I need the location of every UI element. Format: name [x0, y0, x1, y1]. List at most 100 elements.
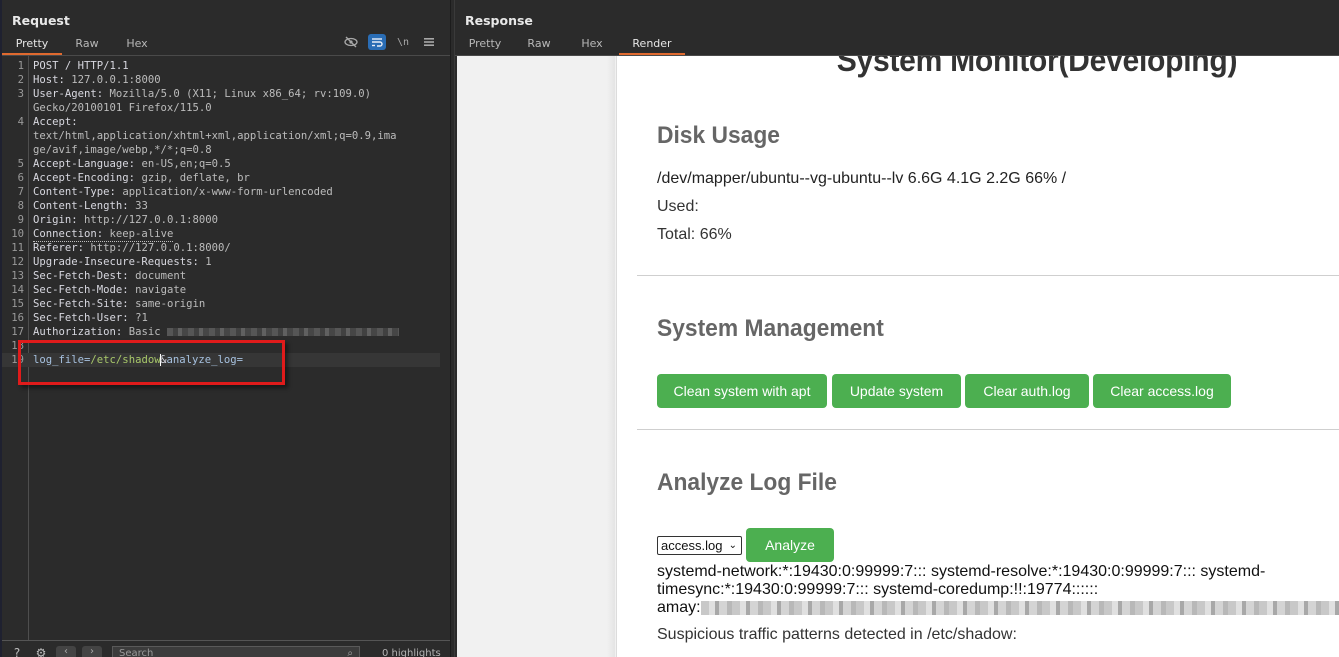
- request-footer: ? ⚙ ‹ › Search ⌕ 0 highlights: [2, 646, 450, 657]
- page-shadow: [607, 56, 615, 657]
- response-tab-render[interactable]: Render: [619, 34, 685, 55]
- header-name: Accept-Encoding: [33, 172, 129, 184]
- line-number: 2: [17, 74, 24, 86]
- header-name: Sec-Fetch-Site: [33, 298, 123, 310]
- header-name: User-Agent: [33, 88, 97, 100]
- header-line: 12 Upgrade-Insecure-Requests: 1: [2, 255, 450, 269]
- clean-system-button[interactable]: Clean system with apt: [657, 374, 827, 408]
- search-placeholder: Search: [119, 647, 154, 657]
- newline-icon[interactable]: \n: [394, 34, 412, 50]
- header-name: Content-Type: [33, 186, 110, 198]
- header-value: Mozilla/5.0 (X11; Linux x86_64; rv:109.0…: [109, 88, 372, 100]
- line-number: 15: [11, 298, 24, 310]
- header-value: 33: [135, 200, 148, 212]
- rendered-page: System Monitor(Developing) Disk Usage /d…: [616, 56, 1339, 657]
- header-value: http://127.0.0.1:8000/: [90, 242, 231, 254]
- line-number: 8: [17, 200, 24, 212]
- line-number: 14: [11, 284, 24, 296]
- header-value: navigate: [135, 284, 187, 296]
- analyze-button[interactable]: Analyze: [746, 528, 834, 562]
- header-line-wrap: Gecko/20100101 Firefox/115.0: [2, 101, 450, 115]
- response-tab-raw[interactable]: Raw: [513, 34, 565, 55]
- header-value: en-US,en;q=0.5: [141, 158, 231, 170]
- header-value: 1: [205, 256, 212, 268]
- search-input[interactable]: Search ⌕: [112, 646, 360, 657]
- header-line: 4 Accept:: [2, 115, 450, 129]
- search-icon: ⌕: [347, 647, 353, 657]
- line-number: 16: [11, 312, 24, 324]
- page-heading: System Monitor(Developing): [836, 56, 1238, 78]
- line-number: 5: [17, 158, 24, 170]
- request-title: Request: [12, 13, 70, 28]
- response-title: Response: [465, 13, 533, 28]
- response-tab-hex[interactable]: Hex: [565, 34, 619, 55]
- header-value: keep-alive: [109, 228, 174, 240]
- clear-access-log-button[interactable]: Clear access.log: [1093, 374, 1231, 408]
- request-tab-raw[interactable]: Raw: [62, 34, 112, 55]
- request-panel: Request Pretty Raw Hex \n 1 POST / HTTP/1…: [2, 0, 450, 657]
- output-user: amay:: [657, 599, 701, 616]
- header-name: Sec-Fetch-Dest: [33, 270, 123, 282]
- header-value: Gecko/20100101 Firefox/115.0: [33, 102, 212, 114]
- disk-total: Total: 66%: [657, 226, 732, 243]
- redacted-credentials: [166, 328, 399, 336]
- header-name: Accept-Language: [33, 158, 129, 170]
- header-line: 6 Accept-Encoding: gzip, deflate, br: [2, 171, 450, 185]
- line-number: 7: [17, 186, 24, 198]
- menu-icon[interactable]: [420, 34, 438, 50]
- help-icon[interactable]: ?: [8, 646, 26, 657]
- header-line: 8 Content-Length: 33: [2, 199, 450, 213]
- line-number: 10: [11, 228, 24, 240]
- header-name: Accept: [33, 116, 72, 128]
- line-number: 3: [17, 88, 24, 100]
- header-line: 5 Accept-Language: en-US,en;q=0.5: [2, 157, 450, 171]
- header-line: 13 Sec-Fetch-Dest: document: [2, 269, 450, 283]
- header-name: Host: [33, 74, 59, 86]
- request-toolbar: \n: [342, 34, 438, 50]
- output-line: timesync:*:19430:0:99999:7::: systemd-co…: [657, 581, 1099, 598]
- line-number: 9: [17, 214, 24, 226]
- analysis-output: systemd-network:*:19430:0:99999:7::: sys…: [657, 563, 1339, 617]
- header-value: ge/avif,image/webp,*/*;q=0.8: [33, 144, 212, 156]
- request-line-text: POST / HTTP/1.1: [33, 60, 129, 72]
- update-system-button[interactable]: Update system: [832, 374, 961, 408]
- disk-used: Used:: [657, 198, 699, 215]
- suspicious-traffic-text: Suspicious traffic patterns detected in …: [657, 626, 1017, 643]
- header-name: Content-Length: [33, 200, 123, 212]
- line-number: 6: [17, 172, 24, 184]
- wrap-lines-icon[interactable]: [368, 34, 386, 50]
- header-value: document: [135, 270, 187, 282]
- disk-usage-line: /dev/mapper/ubuntu--vg-ubuntu--lv 6.6G 4…: [657, 170, 1067, 187]
- hide-icon[interactable]: [342, 34, 360, 50]
- burp-repeater-window: Request Pretty Raw Hex \n 1 POST / HTTP/1…: [0, 0, 1339, 657]
- section-divider: [637, 429, 1339, 430]
- line-number: 17: [11, 326, 24, 338]
- disk-usage-heading: Disk Usage: [657, 122, 780, 149]
- next-button[interactable]: ›: [82, 646, 102, 657]
- response-tab-pretty[interactable]: Pretty: [457, 34, 513, 55]
- request-tabs: Pretty Raw Hex: [2, 34, 162, 55]
- line-number: 12: [11, 256, 24, 268]
- output-line: systemd-network:*:19430:0:99999:7::: sys…: [657, 563, 1266, 580]
- rendered-page-viewport[interactable]: System Monitor(Developing) Disk Usage /d…: [457, 56, 1339, 657]
- header-line: 16 Sec-Fetch-User: ?1: [2, 311, 450, 325]
- section-divider: [637, 275, 1339, 276]
- response-panel: Response Pretty Raw Hex Render System Mo…: [455, 0, 1339, 657]
- header-line: 17 Authorization: Basic: [2, 325, 450, 339]
- request-tab-pretty[interactable]: Pretty: [2, 34, 62, 55]
- clear-auth-log-button[interactable]: Clear auth.log: [965, 374, 1089, 408]
- gear-icon[interactable]: ⚙: [32, 646, 50, 657]
- header-name: Connection: [33, 228, 97, 240]
- header-name: Sec-Fetch-User: [33, 312, 123, 324]
- header-name: Authorization: [33, 326, 116, 338]
- header-value: 127.0.0.1:8000: [71, 74, 161, 86]
- previous-button[interactable]: ‹: [56, 646, 76, 657]
- header-value: http://127.0.0.1:8000: [84, 214, 218, 226]
- log-file-select[interactable]: access.log ⌄: [657, 536, 742, 555]
- line-number: 13: [11, 270, 24, 282]
- header-line-wrap: text/html,application/xhtml+xml,applicat…: [2, 129, 450, 143]
- chevron-down-icon: ⌄: [728, 540, 737, 551]
- request-tab-hex[interactable]: Hex: [112, 34, 162, 55]
- header-value: Basic: [128, 326, 161, 338]
- output-line: amay:: [657, 599, 1339, 617]
